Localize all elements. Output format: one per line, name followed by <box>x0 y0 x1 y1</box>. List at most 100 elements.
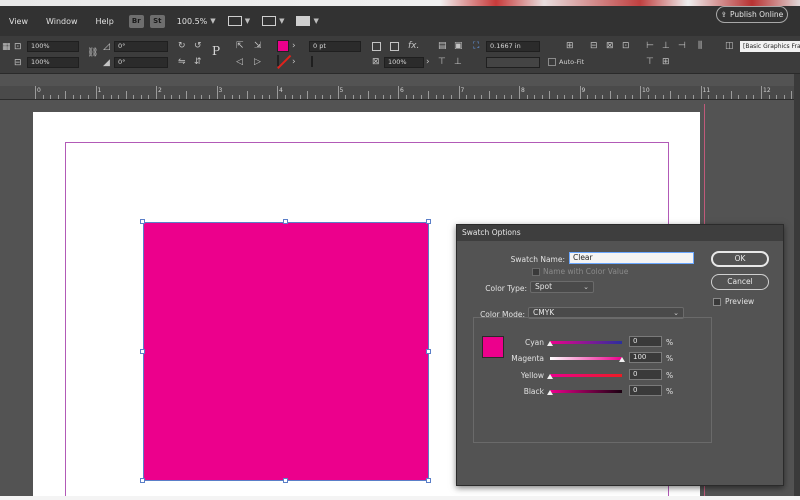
magenta-rectangle-frame[interactable] <box>143 222 429 481</box>
auto-fit-checkbox[interactable] <box>548 58 556 66</box>
effects-icon[interactable] <box>390 42 399 51</box>
flip-vertical-icon[interactable]: ⇵ <box>194 57 202 67</box>
scale-x-field[interactable]: 100% <box>27 41 79 52</box>
constrain-proportions-icon[interactable]: ⛓ <box>87 48 98 58</box>
handle-bottom-right[interactable] <box>426 478 431 483</box>
align-left-icon[interactable]: ⊢ <box>646 41 654 51</box>
stroke-dropdown-icon[interactable]: › <box>292 57 296 67</box>
reference-point-icon[interactable]: ▦ <box>2 42 11 52</box>
preview-checkbox[interactable] <box>713 298 721 306</box>
cyan-field[interactable]: 0 <box>629 336 662 347</box>
fitting-dropdown[interactable] <box>486 57 540 68</box>
ruler-minor-tick <box>647 95 649 99</box>
offset-field[interactable]: 0.1667 in <box>486 41 540 52</box>
stroke-weight-field[interactable]: 0 pt <box>309 41 361 52</box>
flip-horizontal-icon[interactable]: ⇋ <box>178 57 186 67</box>
text-wrap-icon[interactable]: ▤ <box>438 41 447 51</box>
publish-online-button[interactable]: ⇪ Publish Online <box>716 6 788 23</box>
magenta-slider[interactable] <box>550 357 622 360</box>
wrap-around-icon[interactable]: ▣ <box>454 41 463 51</box>
ruler-minor-tick <box>662 95 664 99</box>
arrange-documents-icon[interactable] <box>296 16 311 26</box>
screen-mode-dropdown-icon[interactable]: ▼ <box>279 17 284 25</box>
yellow-slider-thumb[interactable] <box>547 374 553 379</box>
shear-field[interactable]: 0° <box>114 57 168 68</box>
view-options-dropdown-icon[interactable]: ▼ <box>245 17 250 25</box>
arrange-dropdown-icon[interactable]: ▼ <box>313 17 318 25</box>
ruler-minor-tick <box>352 95 354 99</box>
scale-x-value: 100% <box>31 42 50 50</box>
yellow-slider[interactable] <box>550 374 622 377</box>
align-vmiddle-icon[interactable]: ⊞ <box>662 57 670 67</box>
magenta-slider-thumb[interactable] <box>619 357 625 362</box>
black-slider-thumb[interactable] <box>547 390 553 395</box>
opacity-field[interactable]: 100% <box>384 57 424 68</box>
quick-apply-icon[interactable]: ◫ <box>725 41 734 51</box>
select-content-icon[interactable]: ⇲ <box>254 41 262 51</box>
screen-mode-icon[interactable] <box>262 16 277 26</box>
black-percent: % <box>666 387 674 396</box>
handle-bottom-center[interactable] <box>283 478 288 483</box>
align-hcenter-icon[interactable]: ⊥ <box>662 41 670 51</box>
align-vtop-icon[interactable]: ⊤ <box>646 57 654 67</box>
fit-content-icon[interactable]: ⊞ <box>566 41 574 51</box>
select-previous-icon[interactable]: ◁ <box>236 57 243 67</box>
fit-frame-icon[interactable]: ⊟ <box>590 41 598 51</box>
cyan-slider-thumb[interactable] <box>547 341 553 346</box>
handle-middle-left[interactable] <box>140 349 145 354</box>
yellow-label: Yellow <box>520 371 544 380</box>
yellow-percent: % <box>666 371 674 380</box>
ruler-minor-tick <box>57 95 59 99</box>
menu-view[interactable]: View <box>0 17 37 26</box>
center-content-icon[interactable]: ⊡ <box>622 41 630 51</box>
color-type-select[interactable]: Spot ⌄ <box>530 281 594 293</box>
stroke-swatch[interactable] <box>277 55 279 66</box>
magenta-field[interactable]: 100 <box>629 352 662 363</box>
rotate-cw-icon[interactable]: ↻ <box>178 41 186 51</box>
align-top-icon[interactable]: ⊤ <box>438 57 446 67</box>
ok-button[interactable]: OK <box>711 251 769 267</box>
dialog-title[interactable]: Swatch Options <box>457 225 783 241</box>
select-next-icon[interactable]: ▷ <box>254 57 261 67</box>
select-container-icon[interactable]: ⇱ <box>236 41 244 51</box>
swatch-name-input[interactable]: Clear <box>569 252 694 264</box>
black-slider[interactable] <box>550 390 622 393</box>
cyan-slider[interactable] <box>550 341 622 344</box>
align-right-icon[interactable]: ⊣ <box>678 41 686 51</box>
ruler-minor-tick <box>450 95 452 99</box>
ruler-minor-tick <box>791 91 793 99</box>
bridge-badge[interactable]: Br <box>128 14 144 28</box>
align-center-icon[interactable]: ⊥ <box>454 57 462 67</box>
frame-fitting-icon[interactable]: ⛶ <box>473 41 479 51</box>
menu-window[interactable]: Window <box>37 17 87 26</box>
rotate-field[interactable]: 0° <box>114 41 168 52</box>
zoom-level[interactable]: 100.5% <box>177 17 208 26</box>
handle-top-left[interactable] <box>140 219 145 224</box>
stock-badge[interactable]: St <box>149 14 165 28</box>
ruler-minor-tick <box>503 95 505 99</box>
handle-bottom-left[interactable] <box>140 478 145 483</box>
fill-swatch[interactable] <box>277 40 289 52</box>
ruler-minor-tick <box>776 95 778 99</box>
zoom-dropdown-icon[interactable]: ▼ <box>210 17 215 25</box>
menu-help[interactable]: Help <box>87 17 123 26</box>
view-options-icon[interactable] <box>227 16 242 26</box>
object-style-field[interactable]: [Basic Graphics Frame] <box>740 41 800 52</box>
drop-shadow-icon[interactable] <box>372 42 381 51</box>
handle-top-right[interactable] <box>426 219 431 224</box>
fx-icon[interactable]: fx. <box>408 41 419 51</box>
handle-top-center[interactable] <box>283 219 288 224</box>
distribute-icon[interactable]: ⫼ <box>698 41 702 51</box>
fill-dropdown-icon[interactable]: › <box>292 41 296 51</box>
scale-y-field[interactable]: 100% <box>27 57 79 68</box>
yellow-field[interactable]: 0 <box>629 369 662 380</box>
cancel-button[interactable]: Cancel <box>711 274 769 290</box>
handle-middle-right[interactable] <box>426 349 431 354</box>
stroke-type-selector[interactable] <box>311 56 313 67</box>
ruler-major-tick <box>337 86 339 99</box>
ruler-minor-tick <box>617 95 619 99</box>
rotate-ccw-icon[interactable]: ↺ <box>194 41 202 51</box>
black-field[interactable]: 0 <box>629 385 662 396</box>
opacity-dropdown-icon[interactable]: › <box>426 57 430 67</box>
fill-proportionally-icon[interactable]: ⊠ <box>606 41 614 51</box>
